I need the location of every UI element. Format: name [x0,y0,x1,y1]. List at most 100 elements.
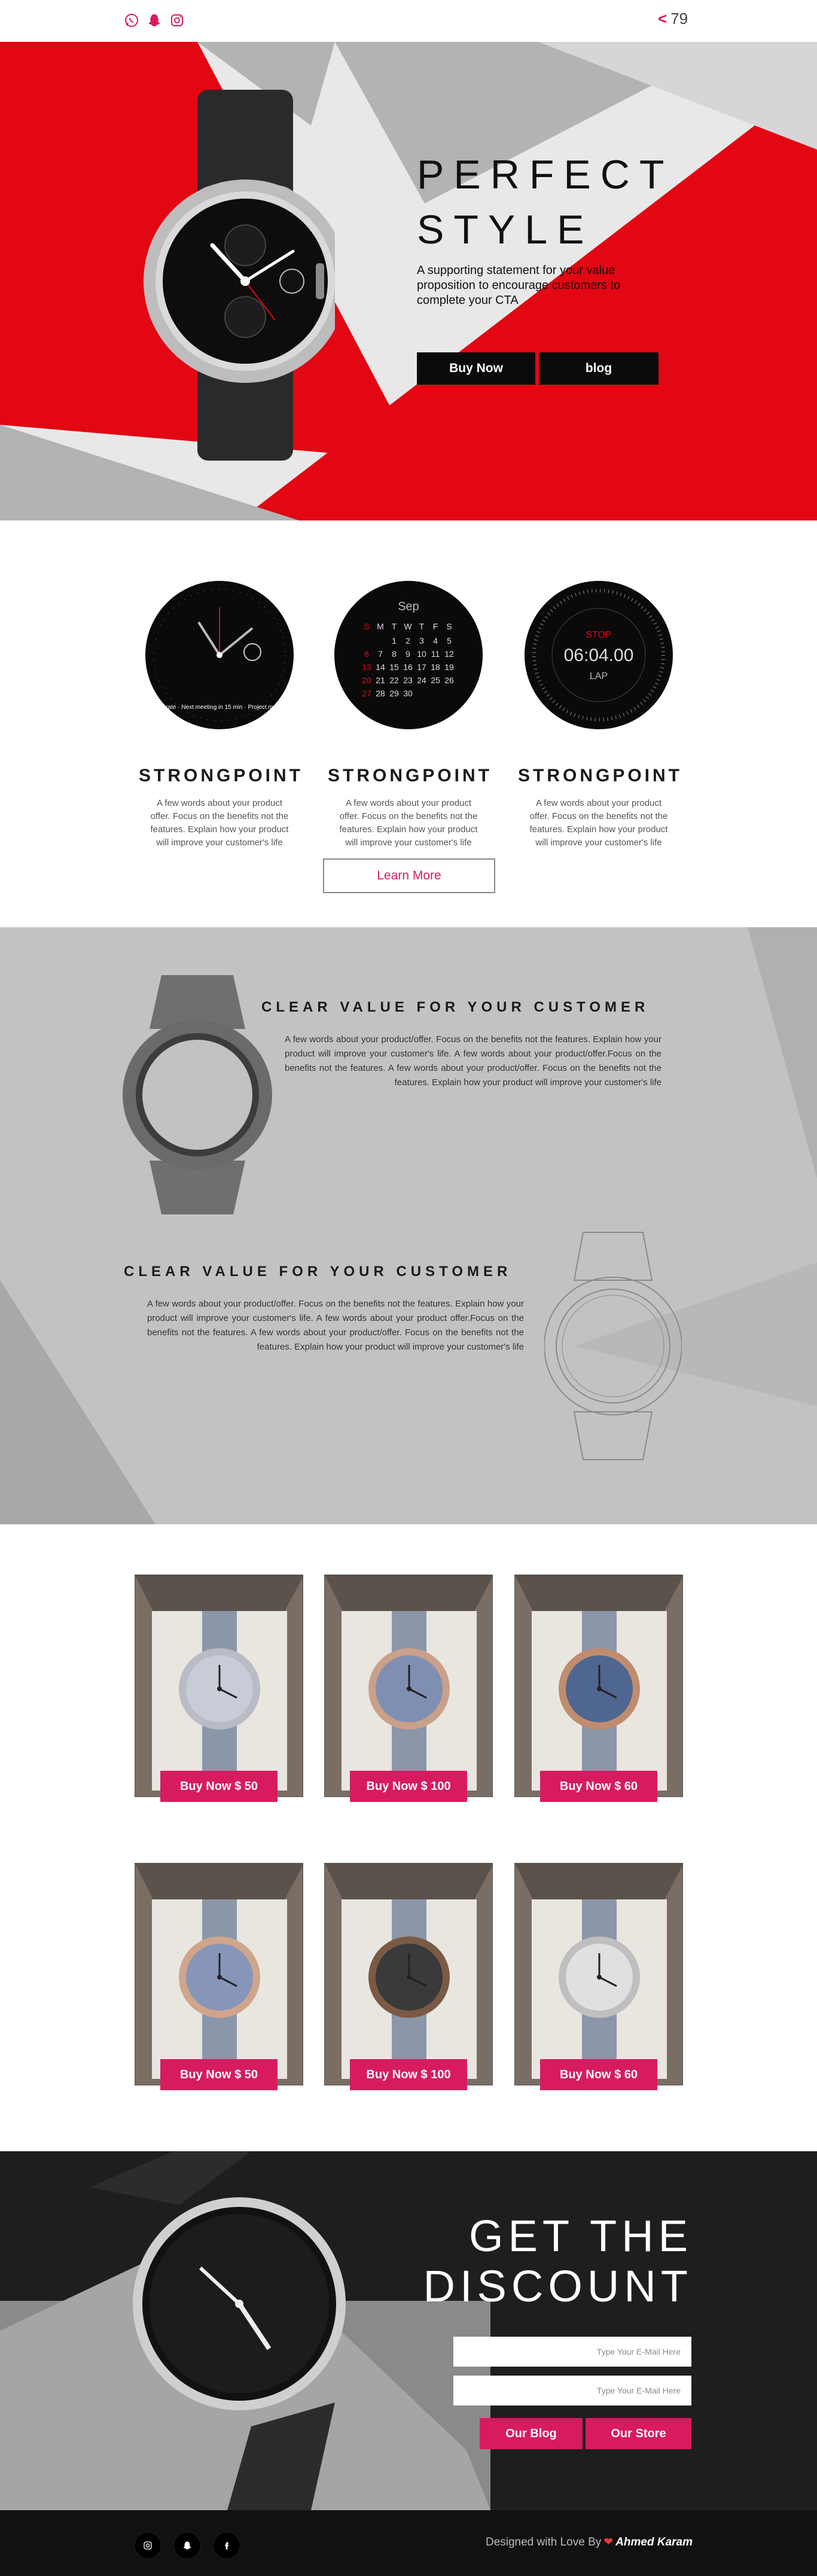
value-title: CLEAR VALUE FOR YOUR CUSTOMER [124,1263,512,1280]
discount-title-line1: GET THE [468,2211,693,2261]
calendar-weekday: S [364,622,369,631]
hero-subtitle: A supporting statement for your value pr… [417,264,621,307]
watch-outline-image [123,975,272,1214]
discount-background-image [0,2151,817,2510]
value-section: CLEAR VALUE FOR YOUR CUSTOMER A few word… [0,927,817,1524]
product-watch-image [515,1575,682,1796]
top-bar: <79 [0,0,817,42]
feature-card: STOP 06:04.00 LAP STRONGPOINT A few word… [518,580,679,849]
instagram-icon[interactable] [170,13,184,28]
buy-now-button[interactable]: Buy Now $ 50 [160,1771,278,1802]
calendar-day: 17 [417,662,426,672]
hero-title: PERFECT STYLE [417,147,673,257]
product-card[interactable] [324,1575,493,1797]
feature-card: Heart rate · Next meeting in 15 min · Pr… [139,580,300,849]
likes-count: 79 [670,10,688,28]
stopwatch-lap-label: LAP [590,671,608,681]
calendar-day: 23 [403,675,413,685]
our-blog-button[interactable]: Our Blog [480,2418,583,2449]
calendar-day: 14 [376,662,385,672]
facebook-icon[interactable] [213,2532,240,2559]
calendar-month: Sep [398,600,419,613]
product-watch-image [325,1575,492,1796]
calendar-day: 11 [431,649,440,659]
heart-icon: ❤ [603,2536,614,2548]
calendar-day: 20 [362,675,371,685]
email-field[interactable] [453,2376,691,2406]
snapchat-icon[interactable] [173,2532,201,2559]
stopwatch-stop-label: STOP [586,630,611,640]
calendar-weekday: S [446,622,452,631]
product-watch-image [515,1864,682,2085]
calendar-day: 29 [389,689,399,698]
calendar-day: 7 [378,649,383,659]
calendar-day: 25 [431,675,440,685]
footer-credit: Designed with Love By ❤ Ahmed Karam [486,2535,693,2549]
likes-counter[interactable]: <79 [658,10,688,28]
snapchat-icon[interactable] [147,13,161,28]
smartwatch-caption: Heart rate · Next meeting in 15 min · Pr… [150,704,289,711]
calendar-day: 1 [392,636,397,645]
landing-page: <79 PERFECT STYLE A supporting statement… [0,0,817,2576]
features-section: Heart rate · Next meeting in 15 min · Pr… [0,520,817,927]
calendar-weekday: W [404,622,412,631]
calendar-day: 5 [447,636,452,645]
calendar-weekday: T [419,622,425,631]
product-card[interactable] [514,1863,683,2085]
calendar-day: 26 [444,675,454,685]
calendar-day: 12 [444,649,454,659]
buy-now-button[interactable]: Buy Now $ 60 [540,2059,657,2090]
product-watch-image [135,1575,303,1796]
calendar-day: 28 [376,689,385,698]
whatsapp-icon[interactable] [124,13,139,28]
footer: Designed with Love By ❤ Ahmed Karam [0,2510,817,2576]
calendar-weekday: T [392,622,397,631]
feature-card: Sep SMTWTFS 1 2 3 4 5 6 7 8 9 10 11 12 13 14 15 16 17 18 1… [328,580,489,849]
calendar-day: 18 [431,662,440,672]
calendar-weekday: F [433,622,438,631]
chevron-left-icon: < [658,10,667,28]
blog-button[interactable]: blog [539,352,659,385]
product-card[interactable] [135,1863,303,2085]
product-card[interactable] [324,1863,493,2085]
calendar-weekday: M [377,622,384,631]
hero-watch-image [144,90,335,461]
discount-title-line2: DISCOUNT [423,2261,693,2311]
hero-title-line1: PERFECT [417,152,674,197]
buy-now-button[interactable]: Buy Now $ 100 [350,1771,467,1802]
buy-now-button[interactable]: Buy Now $ 60 [540,1771,657,1802]
calendar-day: 24 [417,675,426,685]
discount-section: GET THE DISCOUNT Our Blog Our Store [0,2151,817,2510]
value-title: CLEAR VALUE FOR YOUR CUSTOMER [261,999,650,1015]
watch-line-drawing-image [544,1232,682,1460]
product-card[interactable] [135,1575,303,1797]
products-section: Buy Now $ 50 Buy Now $ 100 Buy Now $ 60 Buy… [0,1524,817,2151]
smartwatch-face-image: Heart rate · Next meeting in 15 min · Pr… [145,581,294,729]
email-field[interactable] [453,2337,691,2367]
buy-now-button[interactable]: Buy Now $ 50 [160,2059,278,2090]
calendar-day: 10 [417,649,426,659]
calendar-watch-image: Sep SMTWTFS 1 2 3 4 56 7 8 9 10 11 1213 14 15 16 17 18 1… [334,581,483,729]
calendar-day: 13 [362,662,371,672]
calendar-day: 21 [376,675,385,685]
calendar-day: 6 [364,649,369,659]
calendar-day: 3 [419,636,424,645]
feature-title: STRONGPOINT [139,766,304,785]
buy-now-button[interactable]: Buy Now [417,352,535,385]
calendar-day: 15 [389,662,399,672]
feature-title: STRONGPOINT [328,766,493,785]
discount-title: GET THE DISCOUNT [423,2211,693,2312]
calendar-day: 22 [389,675,399,685]
feature-title: STRONGPOINT [518,766,683,785]
learn-more-button[interactable]: Learn More [323,858,495,893]
buy-now-button[interactable]: Buy Now $ 100 [350,2059,467,2090]
feature-text: A few words about your product offer. Fo… [339,798,478,848]
product-card[interactable] [514,1575,683,1797]
instagram-icon[interactable] [134,2532,161,2559]
feature-text: A few words about your product offer. Fo… [150,798,289,848]
top-social-links [124,13,184,28]
author-name[interactable]: Ahmed Karam [615,2536,693,2548]
value-text: A few words about your product/offer. Fo… [285,1034,661,1088]
our-store-button[interactable]: Our Store [586,2418,691,2449]
product-watch-image [135,1864,303,2085]
